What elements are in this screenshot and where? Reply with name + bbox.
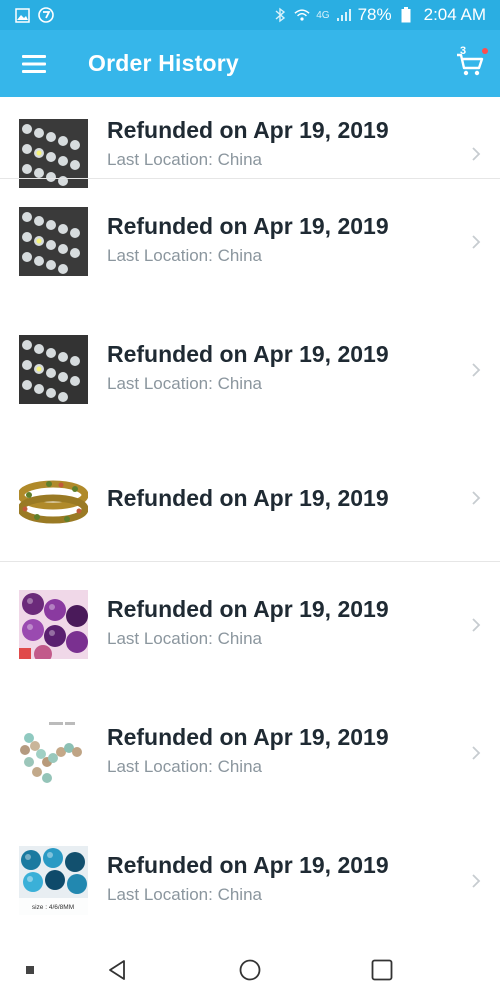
nav-dot-button[interactable] [20,960,40,980]
order-text: Refunded on Apr 19, 2019 Last Location: … [107,596,389,649]
order-row[interactable]: Refunded on Apr 19, 2019 Last Location: … [0,562,500,690]
cart-button[interactable]: 3 [440,30,500,97]
order-location: Last Location: China [107,150,262,169]
order-text: Refunded on Apr 19, 2019 Last Location: … [107,724,389,777]
order-location: Last Location: China [107,885,262,904]
wifi-icon [294,7,310,23]
status-right: 4G 78% 2:04 AM [272,5,486,25]
chevron-right-icon [472,618,481,632]
order-location: Last Location: China [107,629,262,648]
app-notification-icon [38,7,54,23]
order-status: Refunded on Apr 19, 2019 [107,485,389,511]
jasper-beads-strand-thumbnail [19,718,88,787]
battery-icon [398,7,414,23]
clock: 2:04 AM [423,5,486,24]
bluetooth-icon [272,7,288,23]
order-row[interactable]: Refunded on Apr 19, 2019 Last Location: … [0,690,500,818]
status-left [14,7,54,23]
hamburger-icon [22,54,46,73]
tourmaline-bracelet-thumbnail [19,467,88,536]
chevron-right-icon [472,746,481,760]
home-icon [239,959,261,981]
order-text: Refunded on Apr 19, 2019 Last Location: … [107,852,389,905]
recents-icon [371,959,393,981]
chevron-right-icon [472,491,481,505]
order-text: Refunded on Apr 19, 2019 [107,485,389,512]
order-row[interactable]: Refunded on Apr 19, 2019 Last Location: … [0,307,500,435]
thumbnail-size-caption: size : 4/6/8MM [32,904,74,911]
order-row[interactable]: Refunded on Apr 19, 2019 [0,435,500,563]
cart-alert-dot [482,48,488,54]
order-status: Refunded on Apr 19, 2019 [107,724,389,750]
order-text: Refunded on Apr 19, 2019 Last Location: … [107,341,389,394]
purple-agate-beads-thumbnail [19,590,88,659]
dot-icon [26,966,34,974]
crystal-beads-thumbnail [19,207,88,276]
chevron-right-icon [472,874,481,888]
back-icon [109,960,125,980]
order-location: Last Location: China [107,374,262,393]
back-button[interactable] [100,954,134,986]
cart-count-badge: 3 [460,45,467,57]
home-button[interactable] [233,954,267,986]
page-title: Order History [88,50,239,76]
order-status: Refunded on Apr 19, 2019 [107,852,389,878]
order-status: Refunded on Apr 19, 2019 [107,341,389,367]
gallery-notification-icon [14,7,30,23]
order-row[interactable]: Refunded on Apr 19, 2019 Last Location: … [0,179,500,307]
app-bar: Order History 3 [0,30,500,97]
battery-percent: 78% [357,5,392,24]
order-status: Refunded on Apr 19, 2019 [107,117,389,143]
menu-button[interactable] [0,30,68,97]
chevron-right-icon [472,363,481,377]
order-text: Refunded on Apr 19, 2019 Last Location: … [107,117,389,170]
signal-icon [336,7,352,23]
order-status: Refunded on Apr 19, 2019 [107,596,389,622]
network-type-label: 4G [316,9,330,21]
order-row[interactable]: size : 4/6/8MM Refunded on Apr 19, 2019 … [0,818,500,940]
chevron-right-icon [472,235,481,249]
order-status: Refunded on Apr 19, 2019 [107,213,389,239]
crystal-beads-thumbnail [19,335,88,404]
recents-button[interactable] [365,954,399,986]
order-location: Last Location: China [107,757,262,776]
blue-agate-beads-thumbnail: size : 4/6/8MM [19,846,88,915]
navigation-bar [0,940,500,1000]
order-location: Last Location: China [107,246,262,265]
chevron-right-icon [472,147,481,161]
order-list: Refunded on Apr 19, 2019 Last Location: … [0,97,500,940]
order-text: Refunded on Apr 19, 2019 Last Location: … [107,213,389,266]
status-bar: 4G 78% 2:04 AM [0,0,500,30]
